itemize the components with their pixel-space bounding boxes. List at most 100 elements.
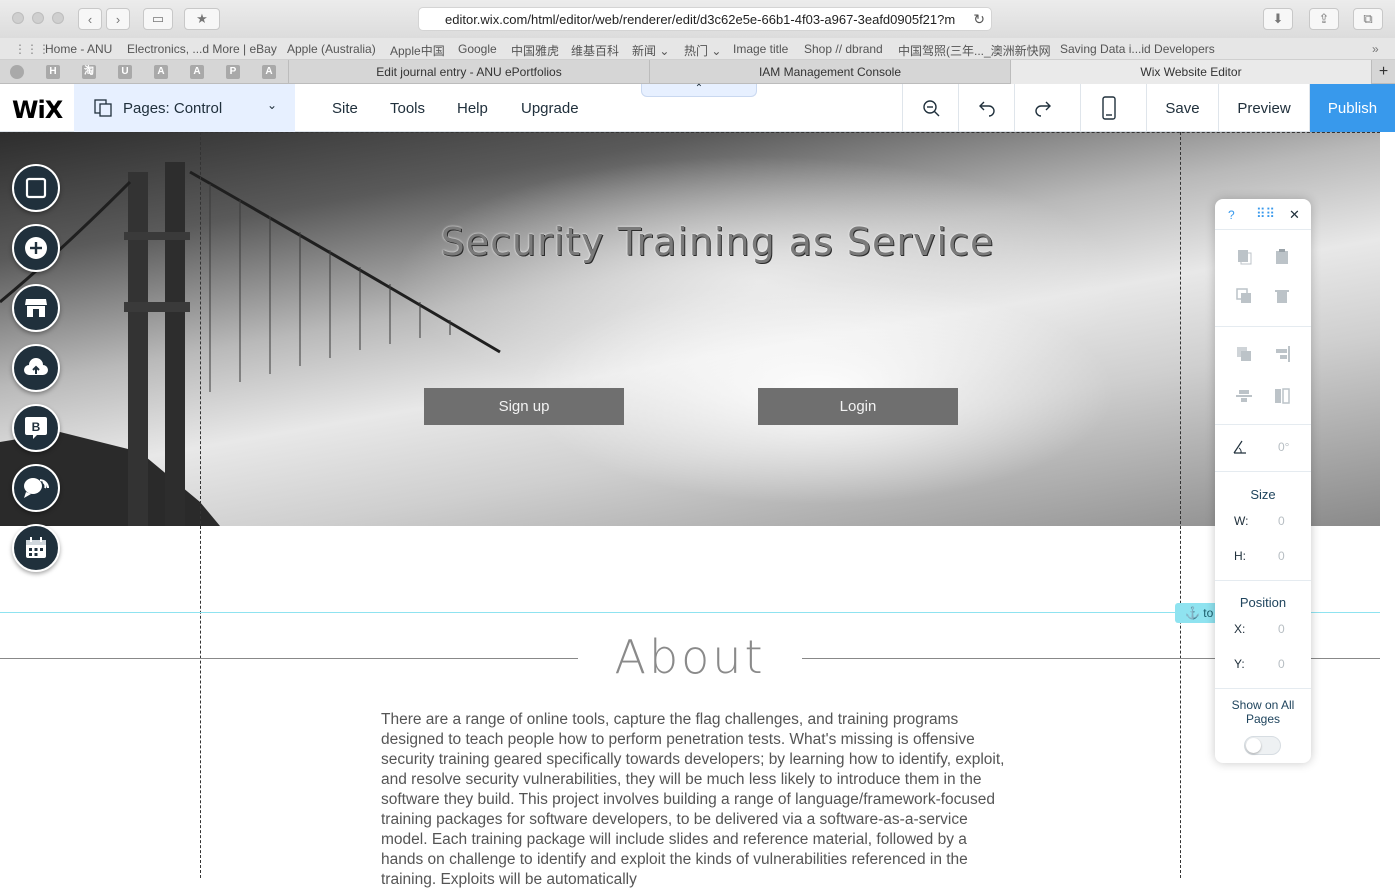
tab-anu-eportfolios[interactable]: Edit journal entry - ANU ePortfolios	[288, 60, 649, 84]
upload-button[interactable]	[12, 344, 60, 392]
collapse-toolbar-button[interactable]: ⌃	[641, 84, 757, 97]
menu-site[interactable]: Site	[332, 100, 358, 117]
new-tab-button[interactable]: +	[1371, 60, 1395, 84]
bookmark-item[interactable]: Apple中国	[390, 42, 445, 59]
zoom-out-icon	[922, 100, 939, 117]
bookmarks-bar: ⋮⋮⋮ Home - ANU Electronics, ...d More | …	[0, 38, 1395, 60]
share-button[interactable]: ⇪	[1309, 8, 1339, 30]
pinned-tab[interactable]: A	[262, 65, 276, 79]
menu-tools[interactable]: Tools	[390, 100, 425, 117]
pages-dropdown[interactable]: Pages: Control ⌄	[74, 84, 295, 132]
downloads-button[interactable]: ⬇	[1263, 8, 1293, 30]
pinned-tab[interactable]: A	[154, 65, 168, 79]
background-button[interactable]	[12, 164, 60, 212]
size-title: Size	[1250, 487, 1276, 502]
bookmark-item[interactable]: 热门 ⌄	[684, 42, 721, 59]
bookmark-item[interactable]: 维基百科	[571, 42, 619, 59]
about-paragraph[interactable]: There are a range of online tools, captu…	[381, 710, 1006, 890]
pinned-tab[interactable]: H	[46, 65, 60, 79]
undo-button[interactable]	[958, 84, 1014, 132]
zoom-window-button[interactable]	[52, 12, 64, 24]
forward-button[interactable]: ›	[106, 8, 130, 30]
help-button[interactable]: ?	[1228, 208, 1235, 222]
rotation-value[interactable]: 0°	[1278, 440, 1289, 454]
bookmark-item[interactable]: Saving Data i...id Developers	[1060, 42, 1215, 56]
tab-wix-editor[interactable]: Wix Website Editor	[1010, 60, 1371, 84]
about-divider-left	[0, 658, 578, 659]
width-input[interactable]: 0	[1278, 514, 1285, 528]
drag-handle-icon[interactable]: ⠿⠿	[1256, 206, 1275, 222]
bookings-button[interactable]	[12, 524, 60, 572]
distribute-icon[interactable]	[1236, 388, 1252, 404]
overflow-icon[interactable]: »	[1372, 42, 1379, 56]
height-input[interactable]: 0	[1278, 549, 1285, 563]
panel-divider	[1215, 229, 1311, 230]
bookmark-item[interactable]: Image title	[733, 42, 788, 56]
paste-icon[interactable]	[1274, 249, 1290, 265]
star-icon: ★	[196, 11, 208, 26]
preview-button[interactable]: Preview	[1218, 84, 1309, 132]
mobile-view-button[interactable]	[1080, 84, 1136, 132]
pinned-tab[interactable]: P	[226, 65, 240, 79]
bookmark-item[interactable]: 中国雅虎	[511, 42, 559, 59]
zoom-button[interactable]	[902, 84, 958, 132]
hero-strip[interactable]: Security Training as Service Sign up Log…	[0, 132, 1380, 526]
address-bar[interactable]: editor.wix.com/html/editor/web/renderer/…	[418, 7, 992, 31]
close-icon[interactable]: ✕	[1289, 207, 1300, 223]
pinned-tab[interactable]: A	[190, 65, 204, 79]
hero-title[interactable]: Security Training as Service	[0, 220, 1380, 264]
panel-divider	[1215, 471, 1311, 472]
pages-icon	[94, 99, 112, 117]
show-on-all-pages-toggle[interactable]	[1244, 736, 1281, 755]
bookmark-item[interactable]: 新闻 ⌄	[632, 42, 669, 59]
top-sites-button[interactable]: ★	[184, 8, 220, 30]
chevron-left-icon: ‹	[87, 11, 93, 27]
duplicate-icon[interactable]	[1236, 288, 1252, 304]
bookmark-item[interactable]: Electronics, ...d More | eBay	[127, 42, 277, 56]
panel-divider	[1215, 424, 1311, 425]
match-size-icon[interactable]	[1274, 388, 1290, 404]
back-button[interactable]: ‹	[78, 8, 102, 30]
reload-icon[interactable]: ↻	[973, 11, 985, 28]
pinned-tab[interactable]: 淘	[82, 65, 96, 79]
menu-upgrade[interactable]: Upgrade	[521, 100, 579, 117]
redo-button[interactable]	[1014, 84, 1070, 132]
tab-iam-console[interactable]: IAM Management Console	[649, 60, 1010, 84]
anchor-line	[0, 612, 1380, 613]
login-button[interactable]: Login	[758, 388, 958, 425]
save-button[interactable]: Save	[1146, 84, 1218, 132]
y-input[interactable]: 0	[1278, 657, 1285, 671]
minimize-window-button[interactable]	[32, 12, 44, 24]
close-window-button[interactable]	[12, 12, 24, 24]
pinned-tab[interactable]: U	[118, 65, 132, 79]
wix-logo[interactable]: WiX	[12, 96, 63, 124]
show-on-all-pages-label: Show on All Pages	[1231, 698, 1295, 726]
pinned-tab-apple[interactable]	[10, 65, 24, 79]
share-icon: ⇪	[1318, 11, 1330, 26]
sidebar-icon: ▭	[151, 11, 165, 26]
chevron-down-icon: ⌄	[266, 98, 277, 112]
about-title[interactable]: About	[578, 630, 802, 684]
signup-button[interactable]: Sign up	[424, 388, 624, 425]
tab-overview-button[interactable]: ⧉	[1353, 8, 1383, 30]
delete-icon[interactable]	[1274, 288, 1290, 304]
blog-letter: B	[32, 420, 41, 434]
bookmark-item[interactable]: 中国驾照(三年..._澳洲新快网	[898, 42, 1051, 59]
bookmark-item[interactable]: Home - ANU	[45, 42, 112, 56]
app-market-button[interactable]	[12, 284, 60, 332]
bookmark-item[interactable]: Google	[458, 42, 497, 56]
background-icon	[25, 177, 47, 199]
sidebar-button[interactable]: ▭	[143, 8, 173, 30]
publish-button[interactable]: Publish	[1309, 84, 1395, 132]
add-button[interactable]	[12, 224, 60, 272]
bookmark-item[interactable]: Apple (Australia)	[287, 42, 376, 56]
left-grid-guide	[200, 132, 201, 878]
copy-icon[interactable]	[1236, 249, 1252, 265]
arrange-icon[interactable]	[1236, 346, 1252, 362]
blog-button[interactable]: B	[12, 404, 60, 452]
align-icon[interactable]	[1274, 346, 1290, 362]
menu-help[interactable]: Help	[457, 100, 488, 117]
chat-button[interactable]	[12, 464, 60, 512]
bookmark-item[interactable]: Shop // dbrand	[804, 42, 883, 56]
x-input[interactable]: 0	[1278, 622, 1285, 636]
